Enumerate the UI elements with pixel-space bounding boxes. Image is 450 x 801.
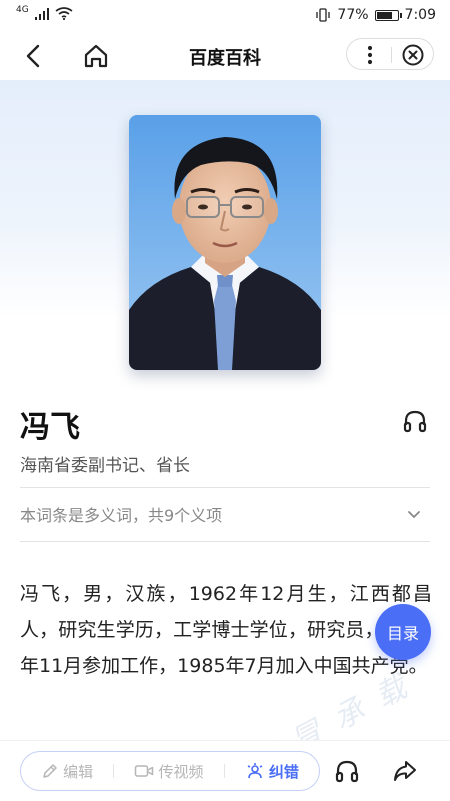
headphones-icon[interactable] xyxy=(402,408,428,434)
portrait-photo[interactable] xyxy=(129,115,321,370)
upload-video-button[interactable]: 传视频 xyxy=(134,761,204,782)
edit-button[interactable]: 编辑 xyxy=(41,761,93,782)
entry-title: 冯飞 xyxy=(20,410,80,445)
report-error-label: 纠错 xyxy=(268,762,299,781)
report-icon xyxy=(247,763,263,779)
divider xyxy=(20,541,430,542)
action-pill: 编辑 传视频 纠错 xyxy=(20,751,320,791)
toolbar-separator xyxy=(223,764,225,778)
back-icon[interactable] xyxy=(20,42,48,70)
network-type: 4G xyxy=(16,4,29,15)
home-icon[interactable] xyxy=(82,42,110,70)
status-right: 77% 7:09 xyxy=(315,7,436,23)
video-icon xyxy=(135,765,154,777)
polysemy-note[interactable]: 本词条是多义词，共9个义项 xyxy=(20,502,222,526)
toc-button[interactable]: 目录 xyxy=(375,604,431,660)
close-icon[interactable] xyxy=(399,41,427,69)
entry-subtitle: 海南省委副书记、省长 xyxy=(20,456,190,476)
status-left: 4G xyxy=(16,4,73,20)
battery-icon xyxy=(374,9,402,21)
signal-icon xyxy=(34,7,49,20)
more-icon[interactable] xyxy=(355,41,385,69)
clock: 7:09 xyxy=(404,7,436,23)
edit-label: 编辑 xyxy=(63,762,94,781)
chevron-down-icon[interactable] xyxy=(406,506,422,522)
nav-bar: 百度百科 xyxy=(0,32,450,80)
portrait-illustration xyxy=(129,115,321,370)
upload-video-label: 传视频 xyxy=(158,762,204,781)
battery-fill xyxy=(376,11,392,19)
capsule-divider xyxy=(391,47,392,63)
report-error-button[interactable]: 纠错 xyxy=(245,761,299,782)
bottom-toolbar: 编辑 传视频 纠错 xyxy=(0,740,450,801)
wifi-icon xyxy=(55,7,73,20)
toolbar-separator xyxy=(113,764,115,778)
battery-percent: 77% xyxy=(337,7,369,23)
capsule-menu xyxy=(346,38,434,70)
pencil-icon xyxy=(43,764,57,778)
headphones-icon[interactable] xyxy=(334,758,360,784)
entry-summary: 冯飞，男，汉族，1962年12月生，江西都昌人，研究生学历，工学博士学位，研究员… xyxy=(20,583,432,677)
vibrate-icon xyxy=(316,8,331,22)
status-bar: 4G 77% 7:09 xyxy=(0,0,450,32)
share-icon[interactable] xyxy=(392,758,418,784)
divider xyxy=(20,487,430,488)
